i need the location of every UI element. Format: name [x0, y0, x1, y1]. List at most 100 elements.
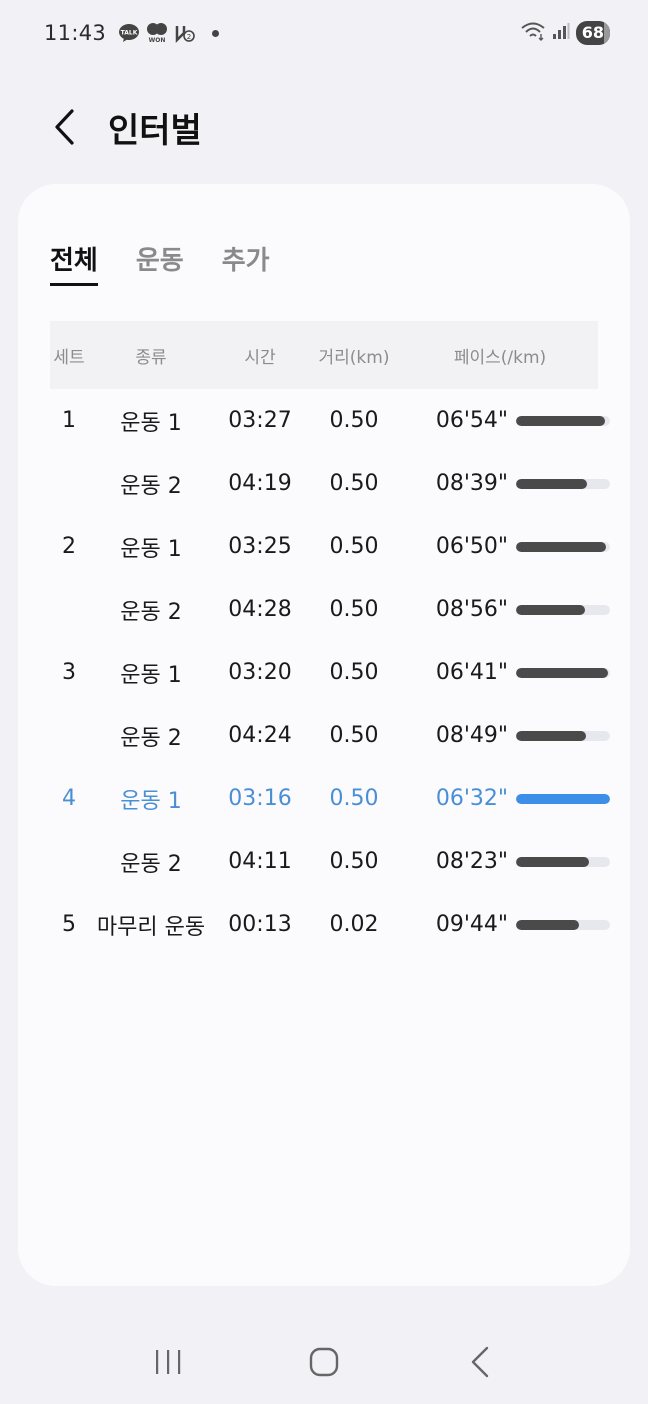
page-title: 인터벌: [108, 110, 202, 151]
row-type: 운동 2: [120, 851, 182, 877]
header-distance: 거리(km): [318, 347, 390, 368]
table-row: 5 마무리 운동 00:13 0.02 09'44": [50, 893, 610, 956]
table-row: 2 운동 1 03:25 0.50 06'50": [50, 515, 610, 578]
chevron-left-icon: [55, 109, 74, 145]
tab-add[interactable]: 추가: [222, 240, 270, 286]
table-row: 1 운동 1 03:27 0.50 06'54": [50, 389, 610, 452]
svg-text:2: 2: [187, 33, 191, 41]
row-type: 운동 1: [120, 788, 182, 814]
row-set: 2: [62, 534, 76, 559]
row-set: 4: [62, 786, 76, 811]
row-pace: 08'56": [435, 597, 508, 622]
svg-text:WON: WON: [149, 37, 166, 44]
row-pace: 08'49": [435, 723, 508, 748]
pace-bar-track: [516, 730, 610, 741]
row-distance: 0.50: [329, 471, 379, 496]
status-time: 11:43: [44, 21, 107, 45]
row-time: 04:19: [228, 471, 292, 496]
row-type: 운동 2: [120, 725, 182, 751]
pace-bar-track: [516, 604, 610, 615]
header-type: 종류: [135, 347, 167, 368]
pace-bar-fill: [516, 478, 587, 489]
row-type: 운동 2: [120, 473, 182, 499]
header-pace: 페이스(/km): [453, 347, 547, 368]
row-time: 03:16: [228, 786, 292, 811]
recent-apps-button[interactable]: [138, 1332, 198, 1392]
status-right: 68: [520, 21, 610, 45]
header-set: 세트: [53, 347, 85, 368]
table-header: 세트 종류 시간 거리(km) 페이스(/km): [50, 321, 598, 389]
tab-bar: 전체 운동 추가: [50, 240, 270, 286]
row-distance: 0.50: [329, 408, 379, 433]
row-set: 1: [62, 408, 76, 433]
table-row: 운동 2 04:11 0.50 08'23": [50, 830, 610, 893]
interval-table-body: 1 운동 1 03:27 0.50 06'54" 운동 2 04:19 0.50 08'39" 2…: [50, 389, 610, 956]
row-pace: 06'32": [435, 786, 508, 811]
pace-bar-fill: [516, 919, 579, 930]
row-set: 5: [62, 912, 76, 937]
row-pace: 08'23": [435, 849, 508, 874]
row-distance: 0.50: [329, 723, 379, 748]
battery-indicator: 68: [575, 21, 610, 45]
row-distance: 0.02: [329, 912, 379, 937]
back-icon: [471, 1346, 489, 1378]
pace-bar-fill: [516, 415, 605, 426]
row-time: 03:25: [228, 534, 292, 559]
table-row: 운동 2 04:19 0.50 08'39": [50, 452, 610, 515]
row-pace: 06'41": [435, 660, 508, 685]
pace-bar-track: [516, 856, 610, 867]
more-notifications-dot: [212, 29, 220, 37]
pace-bar-track: [516, 793, 610, 804]
pace-bar-fill: [516, 730, 586, 741]
pace-bar-fill: [516, 793, 610, 804]
table-row: 운동 2 04:28 0.50 08'56": [50, 578, 610, 641]
table-row: 운동 2 04:24 0.50 08'49": [50, 704, 610, 767]
home-button[interactable]: [294, 1332, 354, 1392]
row-type: 운동 1: [120, 410, 182, 436]
row-pace: 06'50": [435, 534, 508, 559]
header-time: 시간: [244, 347, 276, 368]
row-type: 운동 2: [120, 599, 182, 625]
row-distance: 0.50: [329, 534, 379, 559]
row-time: 00:13: [228, 912, 292, 937]
interval-card: 전체 운동 추가 세트 종류 시간 거리(km) 페이스(/km) 1 운동 1 0…: [18, 184, 630, 1286]
status-bar: 11:43 TALK WON 2 68: [0, 0, 648, 66]
kakaotalk-icon: TALK: [118, 22, 140, 44]
wifi-icon: [520, 21, 546, 45]
row-set: 3: [62, 660, 76, 685]
row-type: 운동 1: [120, 662, 182, 688]
pace-bar-fill: [516, 667, 608, 678]
row-type: 마무리 운동: [96, 914, 206, 940]
row-time: 04:24: [228, 723, 292, 748]
nfc-icon: 2: [174, 22, 196, 44]
row-pace: 06'54": [435, 408, 508, 433]
row-distance: 0.50: [329, 786, 379, 811]
row-pace: 08'39": [435, 471, 508, 496]
pace-bar-track: [516, 919, 610, 930]
recent-apps-icon: [156, 1350, 181, 1374]
navigation-bar: [0, 1320, 648, 1404]
row-time: 03:27: [228, 408, 292, 433]
row-distance: 0.50: [329, 597, 379, 622]
back-button[interactable]: [44, 107, 84, 147]
row-pace: 09'44": [435, 912, 508, 937]
notification-icons: TALK WON 2: [118, 22, 220, 44]
tab-all[interactable]: 전체: [50, 240, 98, 286]
row-time: 04:28: [228, 597, 292, 622]
pace-bar-fill: [516, 604, 585, 615]
table-row: 3 운동 1 03:20 0.50 06'41": [50, 641, 610, 704]
row-time: 04:11: [228, 849, 292, 874]
system-back-button[interactable]: [450, 1332, 510, 1392]
signal-icon: [552, 22, 570, 44]
pace-bar-fill: [516, 541, 606, 552]
tab-workout[interactable]: 운동: [136, 240, 184, 286]
pace-bar-track: [516, 541, 610, 552]
row-distance: 0.50: [329, 660, 379, 685]
header: 인터벌: [44, 96, 202, 158]
pace-bar-track: [516, 667, 610, 678]
pace-bar-fill: [516, 856, 589, 867]
pace-bar-track: [516, 415, 610, 426]
pace-bar-track: [516, 478, 610, 489]
won-icon: WON: [146, 22, 168, 44]
row-time: 03:20: [228, 660, 292, 685]
